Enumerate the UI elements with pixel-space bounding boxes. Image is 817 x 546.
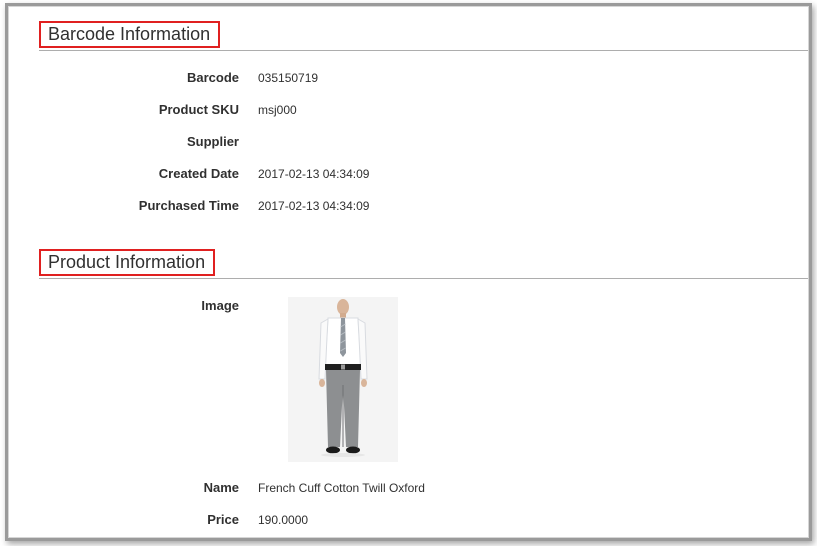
field-value: 035150719 (258, 71, 319, 85)
field-value: msj000 (258, 103, 297, 117)
field-label: Image (201, 298, 239, 313)
field-value: 2017-02-13 04:34:09 (258, 199, 370, 213)
section-divider (39, 50, 808, 51)
field-value: 2017-02-13 04:34:09 (258, 167, 370, 181)
model-figure-illustration (288, 297, 398, 462)
field-label: Created Date (158, 166, 239, 181)
field-label: Price (207, 512, 239, 527)
barcode-section-header: Barcode Information (9, 21, 808, 51)
field-label: Supplier (186, 134, 239, 149)
field-value: French Cuff Cotton Twill Oxford (258, 481, 425, 495)
field-label: Purchased Time (138, 198, 239, 213)
product-image (288, 297, 398, 462)
product-section-title: Product Information (39, 249, 216, 276)
barcode-section-title: Barcode Information (39, 21, 221, 48)
field-label: Product SKU (158, 102, 239, 117)
page-frame: Barcode Information Barcode 035150719 Pr… (8, 6, 809, 538)
field-label: Barcode (186, 70, 239, 85)
field-value: 190.0000 (258, 513, 309, 527)
product-section-header: Product Information (9, 249, 808, 279)
field-label: Name (203, 480, 239, 495)
section-divider (39, 278, 808, 279)
